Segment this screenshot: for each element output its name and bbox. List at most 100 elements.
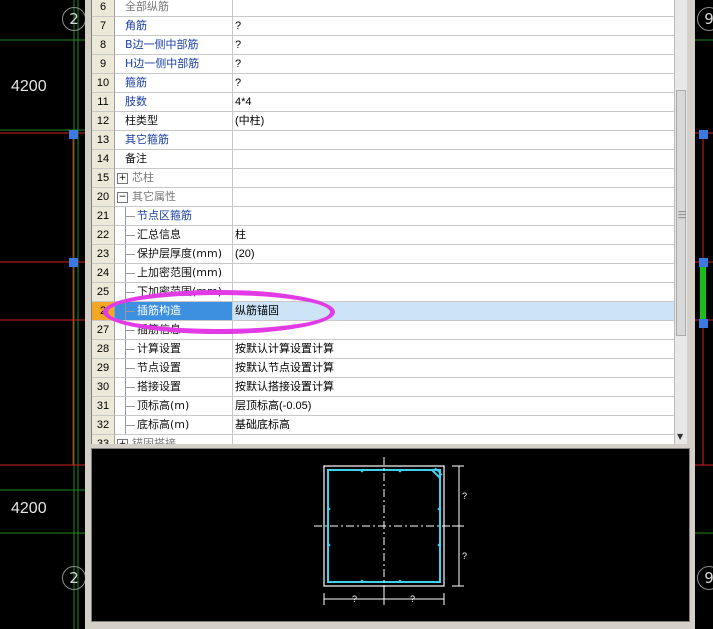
property-name[interactable]: 上加密范围(mm) xyxy=(115,264,233,283)
property-name[interactable]: 汇总信息 xyxy=(115,226,233,245)
property-value[interactable] xyxy=(233,435,677,444)
property-name[interactable]: 其它箍筋 xyxy=(115,131,233,150)
row-number: 20 xyxy=(92,188,115,207)
property-name[interactable]: + 锚固搭接 xyxy=(115,435,233,444)
property-row[interactable]: 8 B边一侧中部筋? xyxy=(92,36,677,55)
property-row[interactable]: 33 + 锚固搭接 xyxy=(92,435,675,444)
property-name[interactable]: 下加密范围(mm) xyxy=(115,283,233,302)
property-row[interactable]: 27 插筋信息 xyxy=(92,321,677,340)
row-number: 23 xyxy=(92,245,115,264)
property-row[interactable]: 30 搭接设置 按默认搭接设置计算 xyxy=(92,378,677,397)
property-label: 保护层厚度(mm) xyxy=(137,247,223,260)
property-name[interactable]: H边一侧中部筋 xyxy=(115,55,233,74)
tree-line xyxy=(125,292,135,293)
property-value[interactable]: 纵筋锚固 xyxy=(233,302,677,321)
grip-point[interactable] xyxy=(699,258,708,267)
property-value[interactable]: 柱 xyxy=(233,226,677,245)
collapse-icon[interactable]: − xyxy=(117,192,128,203)
property-value[interactable] xyxy=(233,207,677,226)
property-name[interactable]: 底标高(m) xyxy=(115,416,233,435)
property-row[interactable]: 12 柱类型 (中柱) xyxy=(92,112,677,131)
property-value[interactable]: ? xyxy=(233,74,677,93)
property-value[interactable] xyxy=(233,131,677,150)
property-value[interactable]: ? xyxy=(233,17,677,36)
row-number: 27 xyxy=(92,321,115,340)
property-label: 全部纵筋 xyxy=(125,0,169,13)
property-row[interactable]: 25 下加密范围(mm) xyxy=(92,283,677,302)
expand-icon[interactable]: + xyxy=(117,439,128,444)
property-name[interactable]: 搭接设置 xyxy=(115,378,233,397)
property-label: 角筋 xyxy=(125,19,147,32)
property-value[interactable]: 4*4 xyxy=(233,93,677,112)
dim-label-right-bottom: ? xyxy=(462,551,467,561)
property-name[interactable]: + 芯柱 xyxy=(115,169,233,188)
property-value[interactable]: 按默认搭接设置计算 xyxy=(233,378,677,397)
property-name[interactable]: 插筋信息 xyxy=(115,321,233,340)
property-row[interactable]: 14 备注 xyxy=(92,150,677,169)
property-row[interactable]: 9 H边一侧中部筋? xyxy=(92,55,677,74)
property-grid[interactable]: 6 全部纵筋 7 角筋? 8 B边一侧中部筋? 9 H边一侧中部筋? 10 箍筋? 11 肢数 4*4 1… xyxy=(91,0,687,444)
property-name[interactable]: B边一侧中部筋 xyxy=(115,36,233,55)
property-row[interactable]: 28 计算设置 按默认计算设置计算 xyxy=(92,340,677,359)
grip-point[interactable] xyxy=(699,319,708,328)
property-name[interactable]: 备注 xyxy=(115,150,233,169)
property-row[interactable]: 6 全部纵筋 xyxy=(92,0,677,17)
property-value[interactable] xyxy=(233,188,677,207)
grip-point[interactable] xyxy=(69,258,78,267)
property-value[interactable]: 基础底标高 xyxy=(233,416,677,435)
property-value[interactable] xyxy=(233,264,677,283)
property-value[interactable]: 按默认计算设置计算 xyxy=(233,340,677,359)
property-row-selected[interactable]: 2 插筋构造 纵筋锚固 xyxy=(92,302,677,321)
property-value[interactable]: 按默认节点设置计算 xyxy=(233,359,677,378)
property-name[interactable]: 计算设置 xyxy=(115,340,233,359)
expand-icon[interactable]: + xyxy=(117,173,128,184)
property-row[interactable]: 32 底标高(m) 基础底标高 xyxy=(92,416,677,435)
property-name[interactable]: 插筋构造 xyxy=(115,302,233,321)
property-row[interactable]: 15 + 芯柱 xyxy=(92,169,677,188)
property-row[interactable]: 21 节点区箍筋 xyxy=(92,207,677,226)
property-row[interactable]: 23 保护层厚度(mm) (20) xyxy=(92,245,677,264)
property-label: 备注 xyxy=(125,152,147,165)
property-row[interactable]: 22 汇总信息 柱 xyxy=(92,226,677,245)
property-value[interactable]: (20) xyxy=(233,245,677,264)
property-label: 顶标高(m) xyxy=(137,399,190,412)
property-label: 插筋信息 xyxy=(137,323,181,336)
row-number: 10 xyxy=(92,74,115,93)
property-value[interactable] xyxy=(233,283,677,302)
grip-point[interactable] xyxy=(699,130,708,139)
property-name[interactable]: 节点设置 xyxy=(115,359,233,378)
property-value[interactable] xyxy=(233,150,677,169)
property-value[interactable] xyxy=(233,169,677,188)
property-row[interactable]: 10 箍筋? xyxy=(92,74,677,93)
grip-point[interactable] xyxy=(69,130,78,139)
scroll-down-icon[interactable]: ▼ xyxy=(677,432,683,441)
property-name[interactable]: − 其它属性 xyxy=(115,188,233,207)
property-label: 插筋构造 xyxy=(137,304,181,317)
property-row[interactable]: 31 顶标高(m) 层顶标高(-0.05) xyxy=(92,397,677,416)
property-value[interactable]: ? xyxy=(233,55,677,74)
property-value[interactable]: (中柱) xyxy=(233,112,677,131)
property-name[interactable]: 保护层厚度(mm) xyxy=(115,245,233,264)
property-row[interactable]: 24 上加密范围(mm) xyxy=(92,264,677,283)
property-name[interactable]: 肢数 xyxy=(115,93,233,112)
property-name[interactable]: 角筋 xyxy=(115,17,233,36)
row-number: 24 xyxy=(92,264,115,283)
property-row[interactable]: 13 其它箍筋 xyxy=(92,131,677,150)
property-row[interactable]: 29 节点设置 按默认节点设置计算 xyxy=(92,359,677,378)
tree-line xyxy=(125,387,135,388)
property-row[interactable]: 11 肢数 4*4 xyxy=(92,93,677,112)
property-name[interactable]: 箍筋 xyxy=(115,74,233,93)
property-name[interactable]: 柱类型 xyxy=(115,112,233,131)
property-value[interactable] xyxy=(233,0,677,17)
property-row[interactable]: 7 角筋? xyxy=(92,17,677,36)
property-label: 箍筋 xyxy=(125,76,147,89)
property-name[interactable]: 节点区箍筋 xyxy=(115,207,233,226)
row-number: 31 xyxy=(92,397,115,416)
vertical-scrollbar[interactable]: ▼ — — — xyxy=(674,0,687,444)
property-value[interactable] xyxy=(233,321,677,340)
property-row[interactable]: 20− 其它属性 xyxy=(92,188,677,207)
property-value[interactable]: ? xyxy=(233,36,677,55)
property-name[interactable]: 顶标高(m) xyxy=(115,397,233,416)
property-name[interactable]: 全部纵筋 xyxy=(115,0,233,17)
property-value[interactable]: 层顶标高(-0.05) xyxy=(233,397,677,416)
